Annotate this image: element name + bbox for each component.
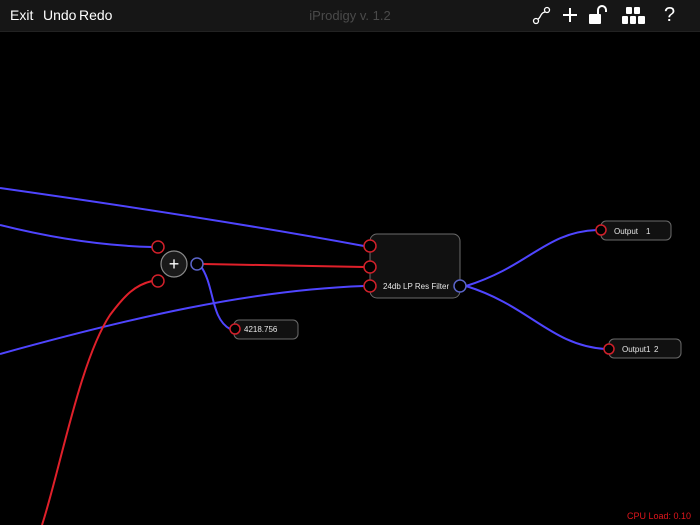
constant-value-label: 4218.756 [244, 325, 278, 334]
cable-filter-to-output2[interactable] [465, 285, 606, 350]
filter-output-port[interactable] [453, 279, 467, 293]
filter-input-port-3[interactable] [363, 279, 377, 293]
output-1-module[interactable]: Output 1 [595, 220, 672, 241]
output-2-input-port[interactable] [603, 343, 615, 355]
output-1-channel: 1 [646, 227, 651, 236]
connect-cable-icon[interactable] [532, 4, 552, 31]
filter-title-label: 24db LP Res Filter [383, 282, 449, 291]
adder-output-port[interactable] [190, 257, 204, 271]
filter-input-port-2[interactable] [363, 260, 377, 274]
patch-canvas[interactable]: + 4218.756 24db LP Res Filter Output 1 O… [0, 0, 700, 525]
unlock-icon[interactable] [587, 4, 609, 31]
cable-adder-to-constant[interactable] [199, 264, 231, 330]
undo-button[interactable]: Undo [43, 7, 76, 24]
add-module-icon[interactable] [560, 4, 580, 31]
help-icon[interactable]: ? [664, 3, 675, 27]
output-2-label: Output1 [622, 345, 651, 354]
constant-input-port[interactable] [229, 323, 241, 335]
output-2-channel: 2 [654, 345, 659, 354]
adder-module[interactable]: + [151, 240, 204, 288]
cable-blue-to-adder[interactable] [0, 224, 153, 248]
adder-input-port-2[interactable] [151, 274, 165, 288]
patch-editor-window: + 4218.756 24db LP Res Filter Output 1 O… [0, 0, 700, 525]
top-toolbar: Exit Undo Redo iProdigy v. 1.2 ? [0, 0, 700, 32]
cable-blue-to-filter-input3[interactable] [0, 285, 365, 355]
filter-input-port-1[interactable] [363, 239, 377, 253]
cpu-load-status: CPU Load: 0.10 [626, 511, 691, 521]
plus-icon: + [169, 254, 180, 274]
cable-filter-to-output1[interactable] [465, 229, 598, 287]
filter-module[interactable]: 24db LP Res Filter [363, 233, 467, 299]
exit-button[interactable]: Exit [10, 7, 33, 24]
adder-input-port-1[interactable] [151, 240, 165, 254]
output-2-module[interactable]: Output1 2 [603, 338, 682, 359]
cable-red-adder-to-filter[interactable] [202, 263, 365, 268]
module-library-icon[interactable] [621, 4, 647, 31]
redo-button[interactable]: Redo [79, 7, 112, 24]
cable-red-up-to-adder[interactable] [41, 280, 153, 525]
output-1-input-port[interactable] [595, 224, 607, 236]
constant-module[interactable]: 4218.756 [229, 319, 299, 340]
output-1-label: Output [614, 227, 639, 236]
